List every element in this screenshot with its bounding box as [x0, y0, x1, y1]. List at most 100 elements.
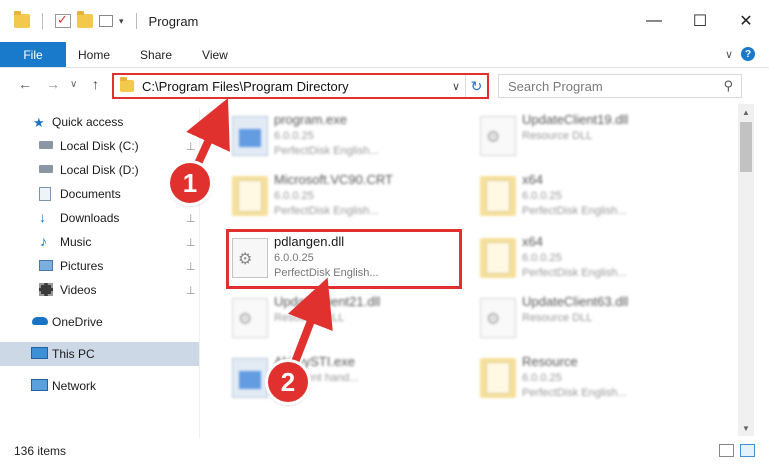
tab-share[interactable]: Share [125, 42, 187, 67]
folder-icon [480, 358, 516, 398]
up-button[interactable]: ↑ [92, 76, 99, 92]
folder-icon [480, 238, 516, 278]
refresh-button[interactable]: ↻ [465, 75, 487, 97]
address-path[interactable]: C:\Program Files\Program Directory [142, 79, 447, 94]
quick-access-toolbar: ▾ Program [0, 11, 199, 29]
navigation-pane-divider [199, 108, 200, 438]
tab-home[interactable]: Home [66, 42, 125, 67]
sidebar-item-label: Downloads [60, 211, 120, 225]
file-item[interactable]: x64 6.0.0.25 PerfectDisk English... [474, 168, 710, 226]
pin-icon: ⊥ [186, 236, 196, 249]
sidebar-item-label: Music [60, 235, 92, 249]
pictures-icon [39, 260, 53, 271]
sidebar-item-downloads[interactable]: ↓ Downloads ⊥ [0, 206, 200, 230]
sidebar-item-this-pc[interactable]: This PC [0, 342, 200, 366]
search-icon[interactable]: ⚲ [723, 78, 733, 94]
star-icon: ★ [33, 115, 45, 130]
file-name: UpdateClient63.dll [522, 294, 629, 309]
file-name: program.exe [274, 112, 347, 127]
file-item[interactable]: program.exe 6.0.0.25 PerfectDisk English… [226, 108, 462, 166]
file-item[interactable]: Microsoft.VC90.CRT 6.0.0.25 PerfectDisk … [226, 168, 462, 226]
back-button[interactable]: ← [18, 76, 32, 92]
sidebar-item-label: Quick access [52, 115, 124, 129]
large-icons-view-icon[interactable] [740, 444, 755, 457]
sidebar-item-local-disk-c[interactable]: Local Disk (C:) ⊥ [0, 134, 200, 158]
expand-ribbon-icon[interactable]: ∨ [725, 48, 733, 61]
title-bar: ▾ Program — ☐ ✕ [0, 0, 769, 42]
navigation-bar: ← → ∨ ↑ C:\Program Files\Program Directo… [0, 70, 769, 102]
tab-view[interactable]: View [187, 42, 243, 67]
file-item[interactable]: Resource 6.0.0.25 PerfectDisk English... [474, 350, 710, 408]
file-item[interactable]: UpdateClient63.dll Resource DLL [474, 290, 710, 348]
maximize-button[interactable]: ☐ [677, 0, 723, 42]
forward-button[interactable]: → [46, 76, 60, 92]
step-badge-2: 2 [268, 362, 308, 402]
file-description: PerfectDisk English... [522, 387, 627, 399]
file-item[interactable]: UpdateClient19.dll Resource DLL [474, 108, 710, 166]
file-highlight-box [226, 229, 462, 289]
file-description: Resource DLL [522, 312, 593, 324]
file-name: Microsoft.VC90.CRT [274, 172, 393, 187]
customize-toolbar-icon[interactable] [99, 15, 113, 27]
exe-file-icon [232, 358, 268, 398]
sidebar-item-label: OneDrive [52, 315, 103, 329]
pin-icon: ⊥ [186, 140, 196, 153]
properties-icon[interactable] [55, 12, 71, 28]
dll-file-icon [480, 298, 516, 338]
file-item[interactable]: AbbyySTI.exe ...st event hand... [226, 350, 462, 408]
tab-file[interactable]: File [0, 42, 66, 67]
file-version: 6.0.0.25 [522, 190, 562, 202]
navigation-pane: ★ Quick access Local Disk (C:) ⊥ Local D… [0, 108, 206, 438]
search-box[interactable]: ⚲ [498, 74, 742, 98]
sidebar-item-onedrive[interactable]: OneDrive [0, 310, 200, 334]
sidebar-item-music[interactable]: ♪ Music ⊥ [0, 230, 200, 254]
file-description: Resource DLL [274, 312, 345, 324]
file-description: PerfectDisk English... [274, 205, 379, 217]
sidebar-item-videos[interactable]: Videos ⊥ [0, 278, 200, 302]
vertical-scrollbar[interactable]: ▲ ▼ [738, 104, 754, 436]
folder-icon[interactable] [14, 11, 30, 28]
window-title: Program [148, 13, 199, 29]
item-count: 136 items [14, 444, 67, 458]
sidebar-item-pictures[interactable]: Pictures ⊥ [0, 254, 200, 278]
sidebar-item-label: Network [52, 379, 97, 393]
scroll-down-icon[interactable]: ▼ [738, 420, 754, 436]
cloud-icon [32, 317, 48, 325]
sidebar-item-label: This PC [52, 347, 95, 361]
file-name: Resource [522, 354, 578, 369]
drive-icon [39, 165, 53, 173]
recent-locations-button[interactable]: ∨ [70, 79, 77, 90]
toolbar-divider [42, 13, 43, 29]
window-controls: — ☐ ✕ [631, 0, 769, 42]
address-dropdown-icon[interactable]: ∨ [447, 80, 465, 93]
pin-icon: ⊥ [186, 212, 196, 225]
minimize-button[interactable]: — [631, 0, 677, 42]
sidebar-item-label: Local Disk (C:) [60, 139, 139, 153]
details-view-icon[interactable] [719, 444, 734, 457]
scrollbar-thumb[interactable] [740, 122, 752, 172]
file-description: PerfectDisk English... [274, 145, 379, 157]
view-toggle [719, 444, 755, 457]
folder-icon [232, 176, 268, 216]
sidebar-item-quick-access[interactable]: ★ Quick access [0, 110, 200, 134]
scroll-up-icon[interactable]: ▲ [738, 104, 754, 120]
file-name: UpdateClient21.dll [274, 294, 381, 309]
file-item[interactable]: UpdateClient21.dll Resource DLL [226, 290, 462, 348]
file-item[interactable]: x64 6.0.0.25 PerfectDisk English... [474, 230, 710, 288]
file-version: 6.0.0.25 [274, 190, 314, 202]
close-button[interactable]: ✕ [723, 0, 769, 42]
search-input[interactable] [508, 78, 708, 94]
file-version: 6.0.0.25 [522, 372, 562, 384]
chevron-down-icon[interactable]: ▾ [119, 16, 124, 27]
address-bar[interactable]: C:\Program Files\Program Directory ∨ ↻ [112, 73, 489, 99]
pin-icon: ⊥ [186, 284, 196, 297]
help-icon[interactable]: ? [741, 47, 755, 61]
folder-icon [120, 77, 134, 92]
new-folder-icon[interactable] [77, 11, 93, 28]
exe-file-icon [232, 116, 268, 156]
sidebar-item-network[interactable]: Network [0, 374, 200, 398]
file-description: PerfectDisk English... [522, 205, 627, 217]
sidebar-item-label: Videos [60, 283, 97, 297]
drive-icon [39, 141, 53, 149]
sidebar-item-label: Local Disk (D:) [60, 163, 139, 177]
